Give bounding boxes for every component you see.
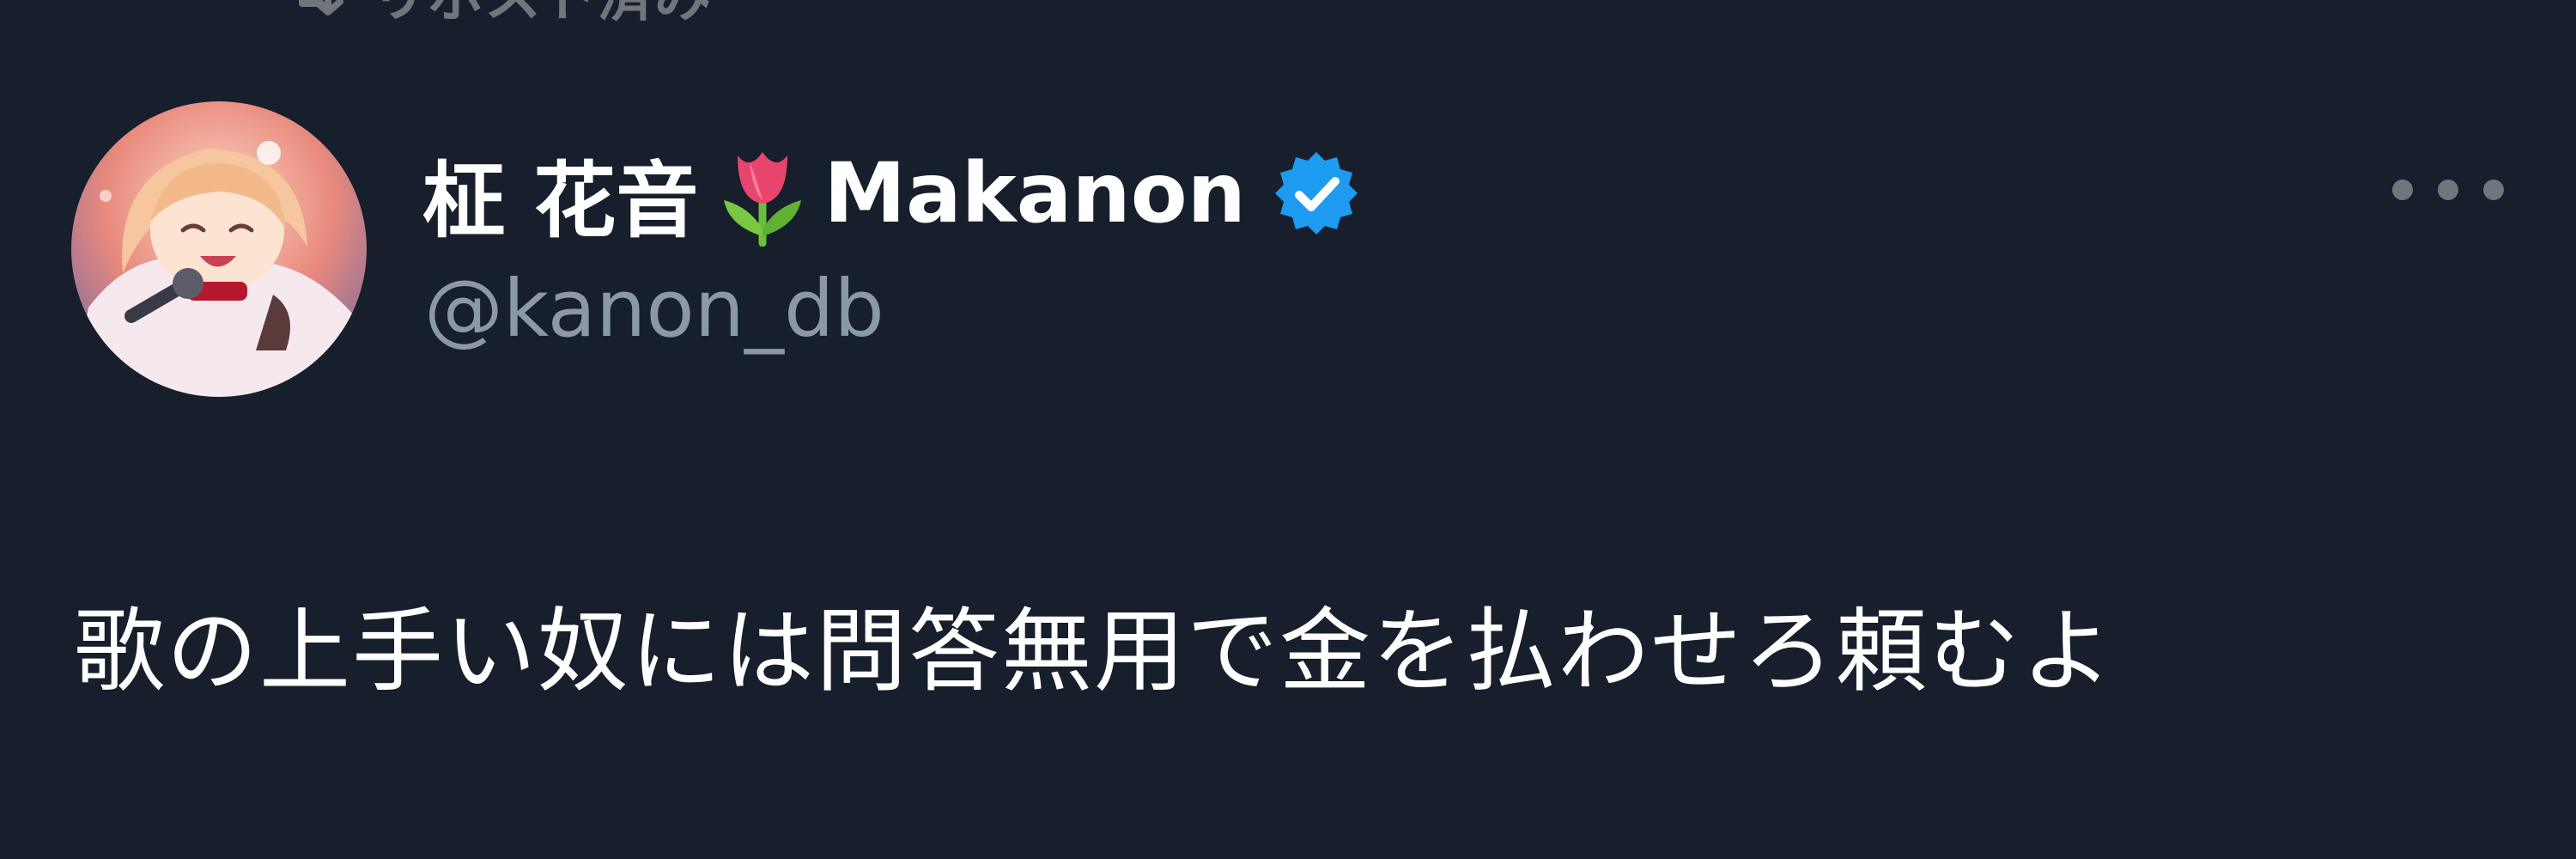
- display-name[interactable]: 柾 花音: [422, 134, 698, 253]
- latin-name[interactable]: Makanon: [823, 145, 1246, 241]
- more-dot: [2392, 180, 2413, 200]
- verified-badge-icon[interactable]: [1272, 149, 1361, 238]
- more-dot: [2438, 180, 2458, 200]
- author-name-row[interactable]: 柾 花音 Makanon: [422, 137, 1361, 249]
- repost-icon: [283, 0, 347, 17]
- avatar[interactable]: [71, 101, 367, 397]
- author-handle[interactable]: @kanon_db: [424, 263, 884, 355]
- more-options-icon[interactable]: [2392, 168, 2504, 211]
- repost-label: リポスト済み: [371, 0, 711, 33]
- tulip-icon: [712, 140, 813, 247]
- tweet-text: 歌の上手い奴には問答無用で金を払わせろ頼むよ: [74, 599, 2114, 704]
- repost-indicator[interactable]: リポスト済み: [283, 0, 711, 30]
- more-dot: [2483, 180, 2504, 200]
